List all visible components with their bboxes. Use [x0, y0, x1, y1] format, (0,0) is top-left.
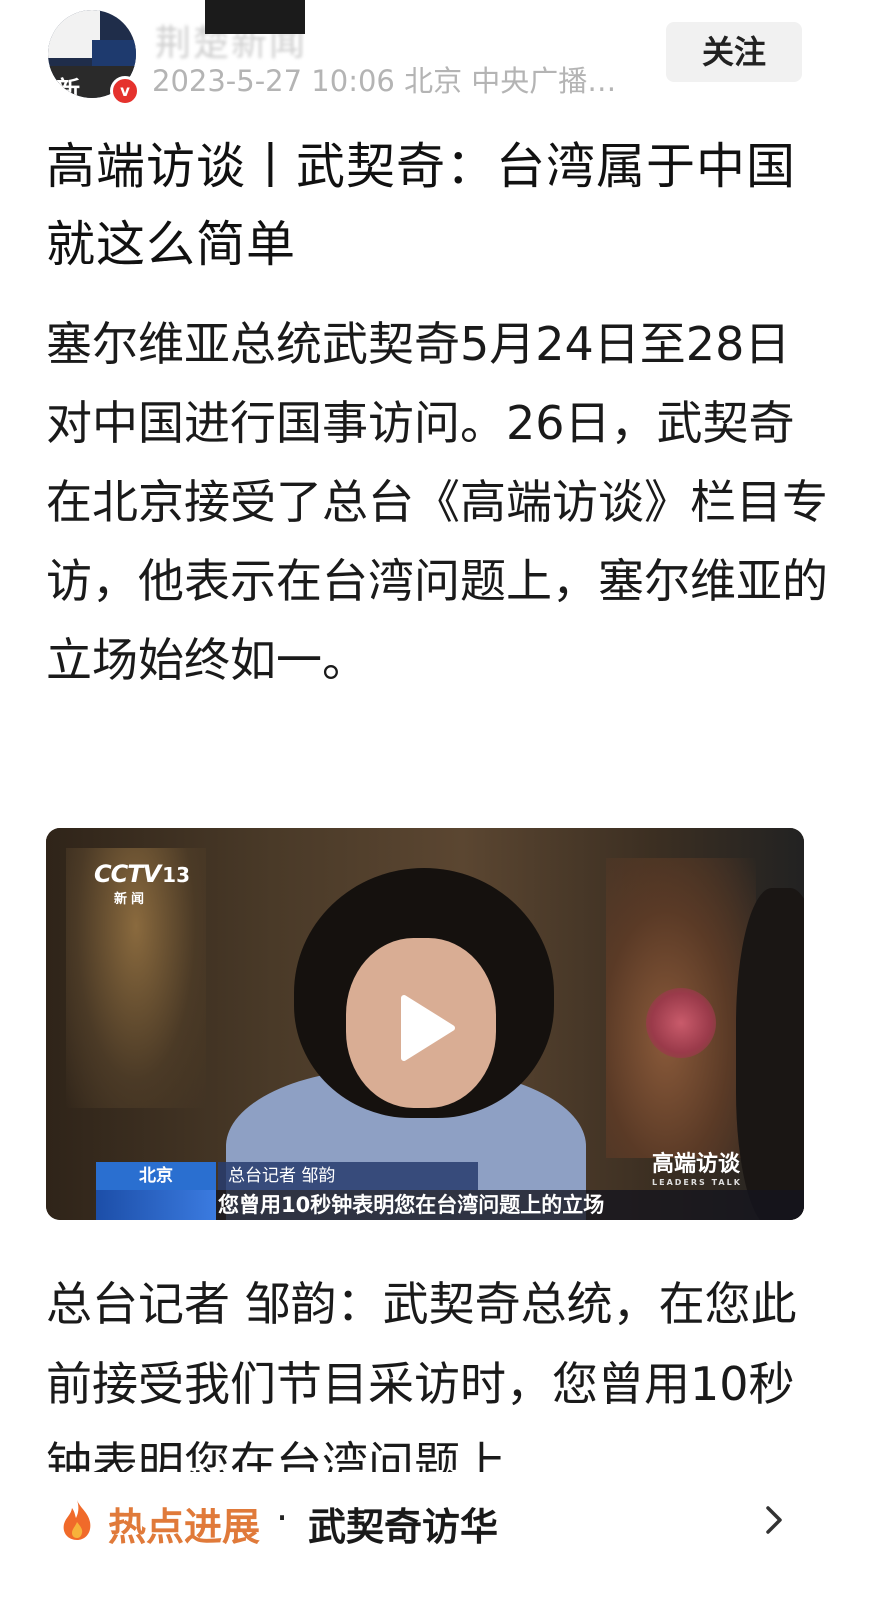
- hot-topic-label: 热点进展: [108, 1505, 261, 1549]
- verified-badge-icon: v: [110, 76, 140, 106]
- article-paragraph: 塞尔维亚总统武契奇5月24日至28日对中国进行国事访问。26日，武契奇在北京接受…: [46, 317, 828, 687]
- post-meta: 2023-5-27 10:06 北京 中央广播…: [152, 64, 617, 98]
- show-logo: 高端访谈 LEADERS TALK: [652, 1152, 742, 1187]
- video-player[interactable]: CCTV 13 新闻 高端访谈 LEADERS TALK 北京 总台记者 邹韵 您…: [46, 828, 804, 1220]
- name-redaction: [205, 0, 305, 34]
- play-button[interactable]: [386, 988, 466, 1068]
- hot-topic-bar[interactable]: 热点进展 · 武契奇访华: [0, 1472, 878, 1570]
- follow-button[interactable]: 关注: [666, 22, 802, 82]
- avatar-text: 新: [56, 76, 80, 98]
- play-icon: [401, 995, 455, 1061]
- channel-logo: CCTV 13 新闻: [94, 860, 191, 907]
- separator: ·: [276, 1496, 289, 1540]
- hot-topic-title[interactable]: 武契奇访华: [308, 1496, 498, 1551]
- lower-third-city: 北京: [139, 1166, 173, 1186]
- video-subtitle: 您曾用10秒钟表明您在台湾问题上的立场: [218, 1193, 605, 1217]
- chevron-right-icon[interactable]: [762, 1502, 786, 1538]
- article-title: 高端访谈丨武契奇：台湾属于中国 就这么简单: [46, 138, 797, 273]
- article-paragraph: 总台记者 邹韵：武契奇总统，在您此前接受我们节目采访时，您曾用10秒钟表明您在台…: [46, 1277, 797, 1472]
- article-header: 新 v 荆楚新闻 2023-5-27 10:06 北京 中央广播… 关注: [0, 0, 878, 120]
- fire-icon: [63, 1500, 91, 1540]
- lower-third-reporter: 总台记者 邹韵: [218, 1162, 478, 1190]
